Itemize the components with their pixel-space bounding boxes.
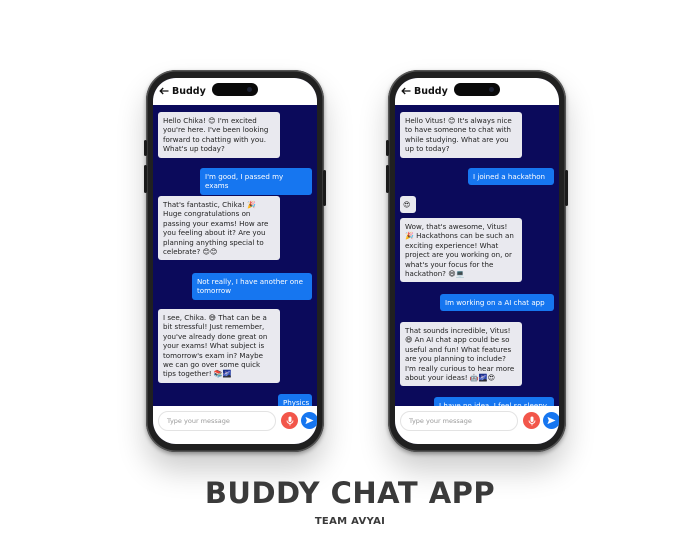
- phone-button: [386, 140, 389, 156]
- send-button[interactable]: [543, 412, 559, 429]
- phone-button: [565, 170, 568, 206]
- bot-message: 😍: [400, 196, 416, 214]
- dynamic-island: [454, 83, 500, 96]
- bot-message: That sounds incredible, Vitus! 😄 An AI c…: [400, 322, 522, 387]
- user-message: I have no idea. I feel so sleepy right n…: [434, 397, 554, 406]
- chat-screen: Buddy Hello Chika! 😊 I'm excited you're …: [153, 78, 317, 444]
- message-list[interactable]: Hello Chika! 😊 I'm excited you're here. …: [153, 105, 317, 406]
- microphone-icon: [528, 416, 535, 425]
- camera: [247, 87, 252, 92]
- phone-mockup-left: Buddy Hello Chika! 😊 I'm excited you're …: [144, 70, 326, 452]
- mic-button[interactable]: [523, 412, 540, 429]
- send-button[interactable]: [301, 412, 317, 429]
- chat-title: Buddy: [414, 86, 448, 97]
- chat-screen: Buddy Hello Vitus! 😊 It's always nice to…: [395, 78, 559, 444]
- message-composer: Type your message: [395, 406, 559, 444]
- dynamic-island: [212, 83, 258, 96]
- team-name: TEAM AVYAI: [314, 516, 386, 527]
- arrow-left-icon[interactable]: [401, 86, 411, 97]
- bot-message: I see, Chika. 😅 That can be a bit stress…: [158, 309, 280, 383]
- camera: [489, 87, 494, 92]
- arrow-left-icon[interactable]: [159, 86, 169, 97]
- bot-message: Wow, that's awesome, Vitus! 🎉 Hackathons…: [400, 218, 522, 283]
- phone-button: [144, 140, 147, 156]
- user-message: Im working on a AI chat app: [440, 294, 554, 312]
- microphone-icon: [286, 416, 293, 425]
- chat-title: Buddy: [172, 86, 206, 97]
- message-list[interactable]: Hello Vitus! 😊 It's always nice to have …: [395, 105, 559, 406]
- message-input[interactable]: Type your message: [158, 411, 276, 431]
- phone-button: [323, 170, 326, 206]
- user-message: I'm good, I passed my exams: [200, 168, 312, 195]
- phone-button: [144, 165, 147, 193]
- phone-button: [386, 165, 389, 193]
- mic-button[interactable]: [281, 412, 298, 429]
- bot-message: That's fantastic, Chika! 🎉 Huge congratu…: [158, 196, 280, 261]
- paper-plane-icon: [305, 416, 314, 425]
- message-composer: Type your message: [153, 406, 317, 444]
- message-input[interactable]: Type your message: [400, 411, 518, 431]
- page-title: BUDDY CHAT APP: [204, 476, 496, 510]
- paper-plane-icon: [547, 416, 556, 425]
- phone-mockup-right: Buddy Hello Vitus! 😊 It's always nice to…: [386, 70, 568, 452]
- user-message: Physics: [278, 394, 312, 406]
- user-message: Not really, I have another one tomorrow: [192, 273, 312, 300]
- bot-message: Hello Chika! 😊 I'm excited you're here. …: [158, 112, 280, 158]
- user-message: I joined a hackathon: [468, 168, 554, 186]
- bot-message: Hello Vitus! 😊 It's always nice to have …: [400, 112, 522, 158]
